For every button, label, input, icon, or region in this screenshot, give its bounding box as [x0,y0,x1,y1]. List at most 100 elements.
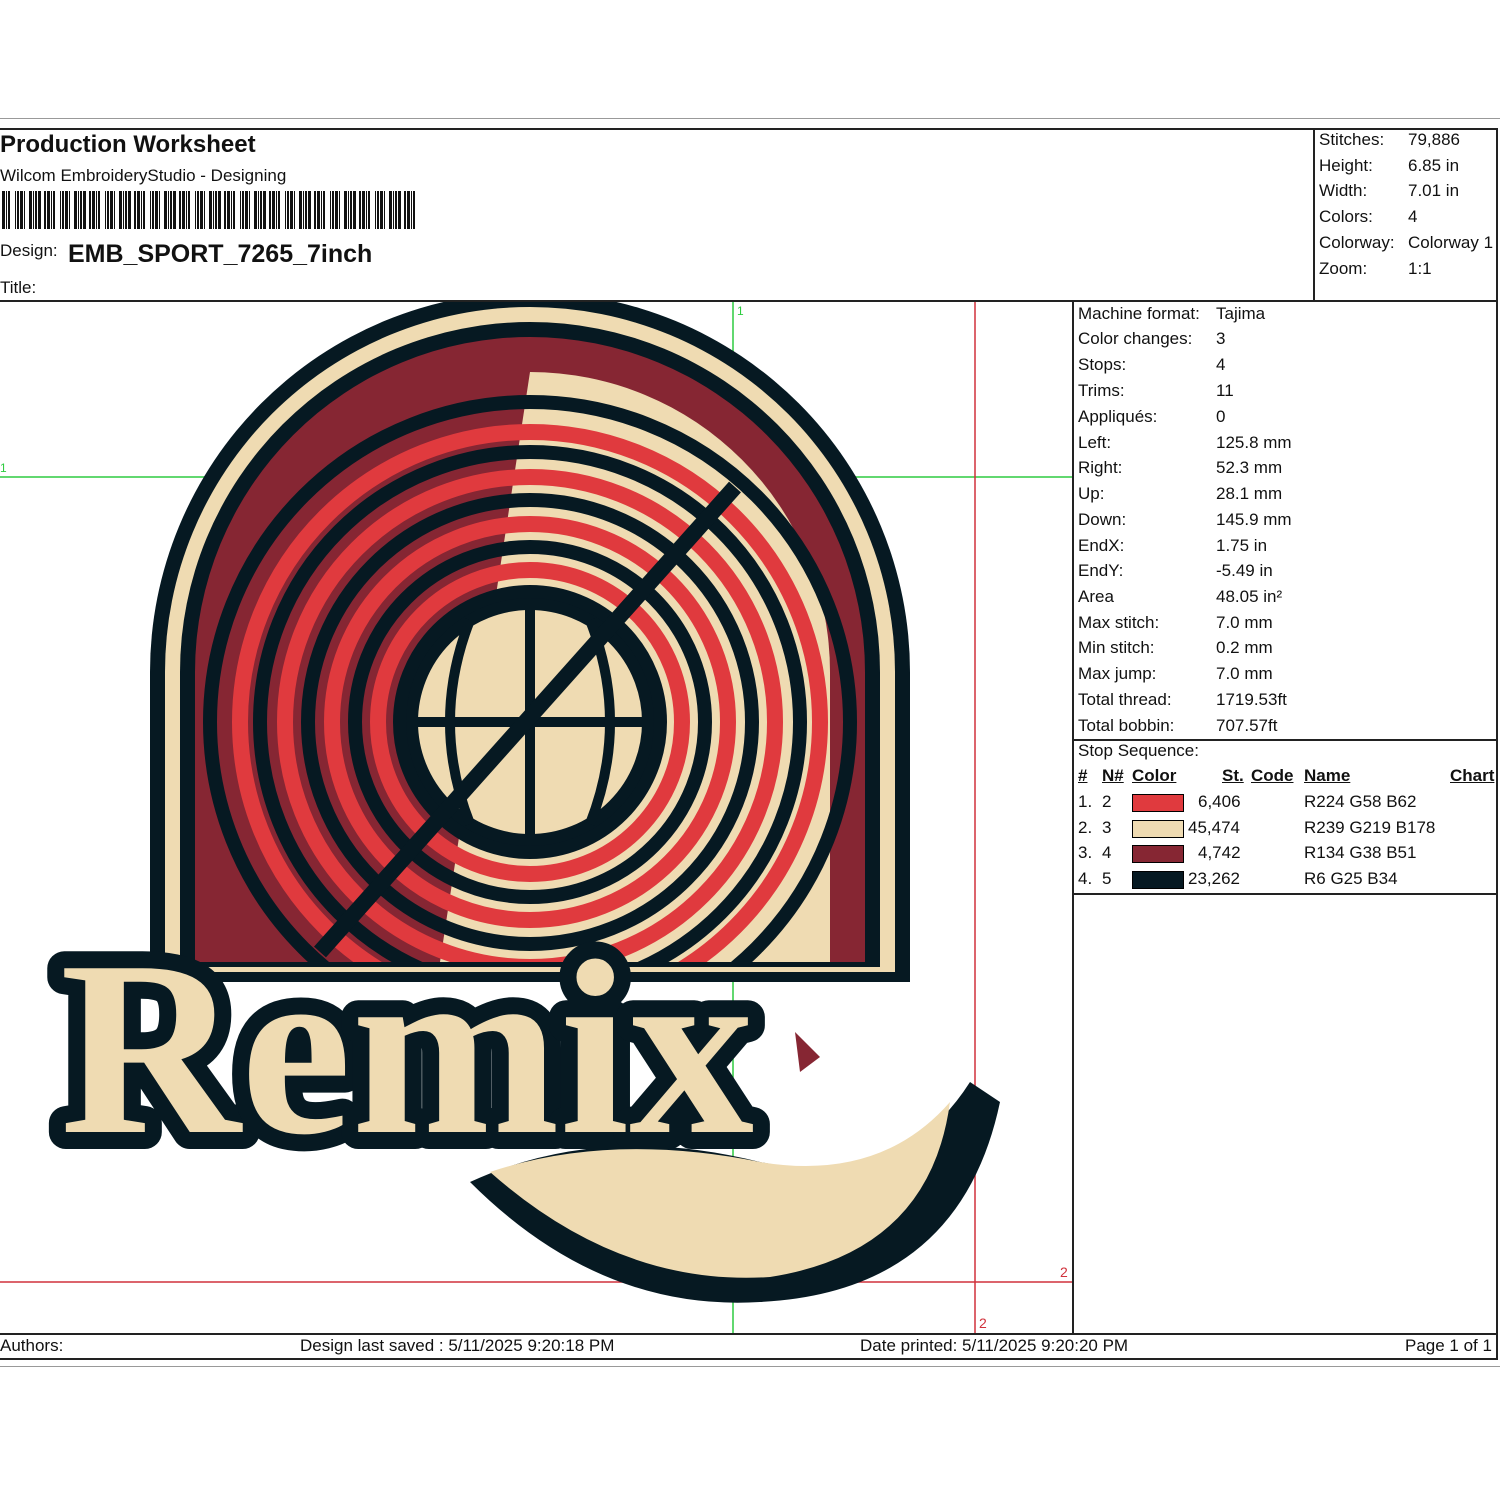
summary-row: Colors: 4 [1319,207,1417,227]
col-header-chart: Chart [1450,766,1495,785]
page-number: Page 1 of 1 [1405,1336,1492,1355]
info-row: Min stitch: 0.2 mm [1078,638,1273,658]
date-printed: Date printed: 5/11/2025 9:20:20 PM [860,1336,1129,1355]
guide-label: 2 [979,1315,987,1331]
info-row: EndX: 1.75 in [1078,536,1267,556]
row-needle: 4 [1102,843,1112,862]
worksheet-title: Production Worksheet [0,131,256,158]
info-label: Color changes: [1078,329,1193,348]
summary-value: 6.85 in [1408,156,1460,175]
color-swatch [1132,794,1184,812]
info-value: 4 [1216,355,1226,374]
info-label: Stops: [1078,355,1127,374]
info-label: Down: [1078,510,1127,529]
bottom-rule [0,1366,1500,1367]
col-header-stitches: St. [1222,766,1244,785]
row-name: R239 G219 B178 [1304,818,1436,837]
row-name: R134 G38 B51 [1304,843,1417,862]
row-stitches: 6,406 [1198,792,1241,811]
summary-row: Colorway: Colorway 1 [1319,233,1493,253]
row-num: 3. [1078,843,1093,862]
col-header-code: Code [1251,766,1294,785]
row-needle: 3 [1102,818,1112,837]
guide-label: 1 [737,304,744,318]
info-value: 0.2 mm [1216,638,1273,657]
embroidery-design: 1 1 2 2 Remix Remix [0,302,1072,1333]
authors-label: Authors: [0,1336,64,1355]
row-stitches: 23,262 [1188,869,1240,888]
barcode [2,191,415,229]
col-header-num: # [1078,766,1088,785]
summary-row: Width: 7.01 in [1319,181,1459,201]
row-num: 4. [1078,869,1093,888]
info-value: 52.3 mm [1216,458,1283,477]
info-label: Left: [1078,433,1112,452]
info-row: Area 48.05 in² [1078,587,1282,607]
info-label: Total bobbin: [1078,716,1175,735]
color-swatch [1132,871,1184,889]
info-value: 1719.53ft [1216,690,1287,709]
summary-row: Stitches: 79,886 [1319,130,1460,150]
row-num: 2. [1078,818,1093,837]
info-label: Trims: [1078,381,1125,400]
info-row: Trims: 11 [1078,381,1234,401]
info-label: EndX: [1078,536,1125,555]
summary-value: Colorway 1 [1408,233,1494,252]
software-name: Wilcom EmbroideryStudio - Designing [0,166,287,185]
machine-info-panel: Machine format: Tajima Color changes: 3 St… [1072,302,1498,1333]
info-row: Left: 125.8 mm [1078,433,1292,453]
info-value: 145.9 mm [1216,510,1292,529]
info-label: Max jump: [1078,664,1157,683]
row-needle: 2 [1102,792,1112,811]
info-row: Total thread: 1719.53ft [1078,690,1287,710]
summary-box: Stitches: 79,886 Height: 6.85 in Width: 7.0… [1313,128,1498,300]
guide-label: 1 [0,461,7,475]
info-row: Max jump: 7.0 mm [1078,664,1273,684]
col-header-needle: N# [1102,766,1124,785]
info-row: Color changes: 3 [1078,329,1225,349]
info-row: Total bobbin: 707.57ft [1078,716,1277,736]
stop-row: 4. 5 23,262 R6 G25 B34 [1078,869,1498,893]
col-header-name: Name [1304,766,1351,785]
summary-label: Width: [1319,181,1368,200]
last-saved: Design last saved : 5/11/2025 9:20:18 PM [300,1336,615,1355]
production-worksheet: Production Worksheet Wilcom EmbroiderySt… [0,0,1500,1495]
info-value: 0 [1216,407,1226,426]
design-label: Design: [0,241,58,260]
design-name: EMB_SPORT_7265_7inch [68,240,373,268]
info-row: Right: 52.3 mm [1078,458,1282,478]
summary-value: 79,886 [1408,130,1460,149]
remix-text: Remix [60,910,754,1187]
row-name: R224 G58 B62 [1304,792,1417,811]
info-row: Machine format: Tajima [1078,304,1265,324]
info-row: Max stitch: 7.0 mm [1078,613,1273,633]
summary-value: 1:1 [1408,259,1432,278]
guide-label: 2 [1060,1264,1068,1280]
summary-label: Stitches: [1319,130,1385,149]
summary-label: Colorway: [1319,233,1395,252]
row-name: R6 G25 B34 [1304,869,1398,888]
info-row: Appliqués: 0 [1078,407,1225,427]
info-row: EndY: -5.49 in [1078,561,1273,581]
info-row: Up: 28.1 mm [1078,484,1282,504]
row-needle: 5 [1102,869,1112,888]
color-swatch [1132,820,1184,838]
summary-label: Colors: [1319,207,1373,226]
stop-row: 2. 3 45,474 R239 G219 B178 [1078,818,1498,842]
info-label: Min stitch: [1078,638,1155,657]
color-swatch [1132,845,1184,863]
info-row: Stops: 4 [1078,355,1225,375]
info-label: Machine format: [1078,304,1200,323]
row-num: 1. [1078,792,1093,811]
info-value: 1.75 in [1216,536,1268,555]
info-row: Down: 145.9 mm [1078,510,1292,530]
stop-row: 3. 4 4,742 R134 G38 B51 [1078,843,1498,867]
info-value: 7.0 mm [1216,664,1273,683]
info-label: Right: [1078,458,1123,477]
row-stitches: 45,474 [1188,818,1240,837]
summary-row: Height: 6.85 in [1319,156,1459,176]
info-label: EndY: [1078,561,1124,580]
info-label: Max stitch: [1078,613,1160,632]
panel-divider [1074,893,1498,895]
stop-row: 1. 2 6,406 R224 G58 B62 [1078,792,1498,816]
